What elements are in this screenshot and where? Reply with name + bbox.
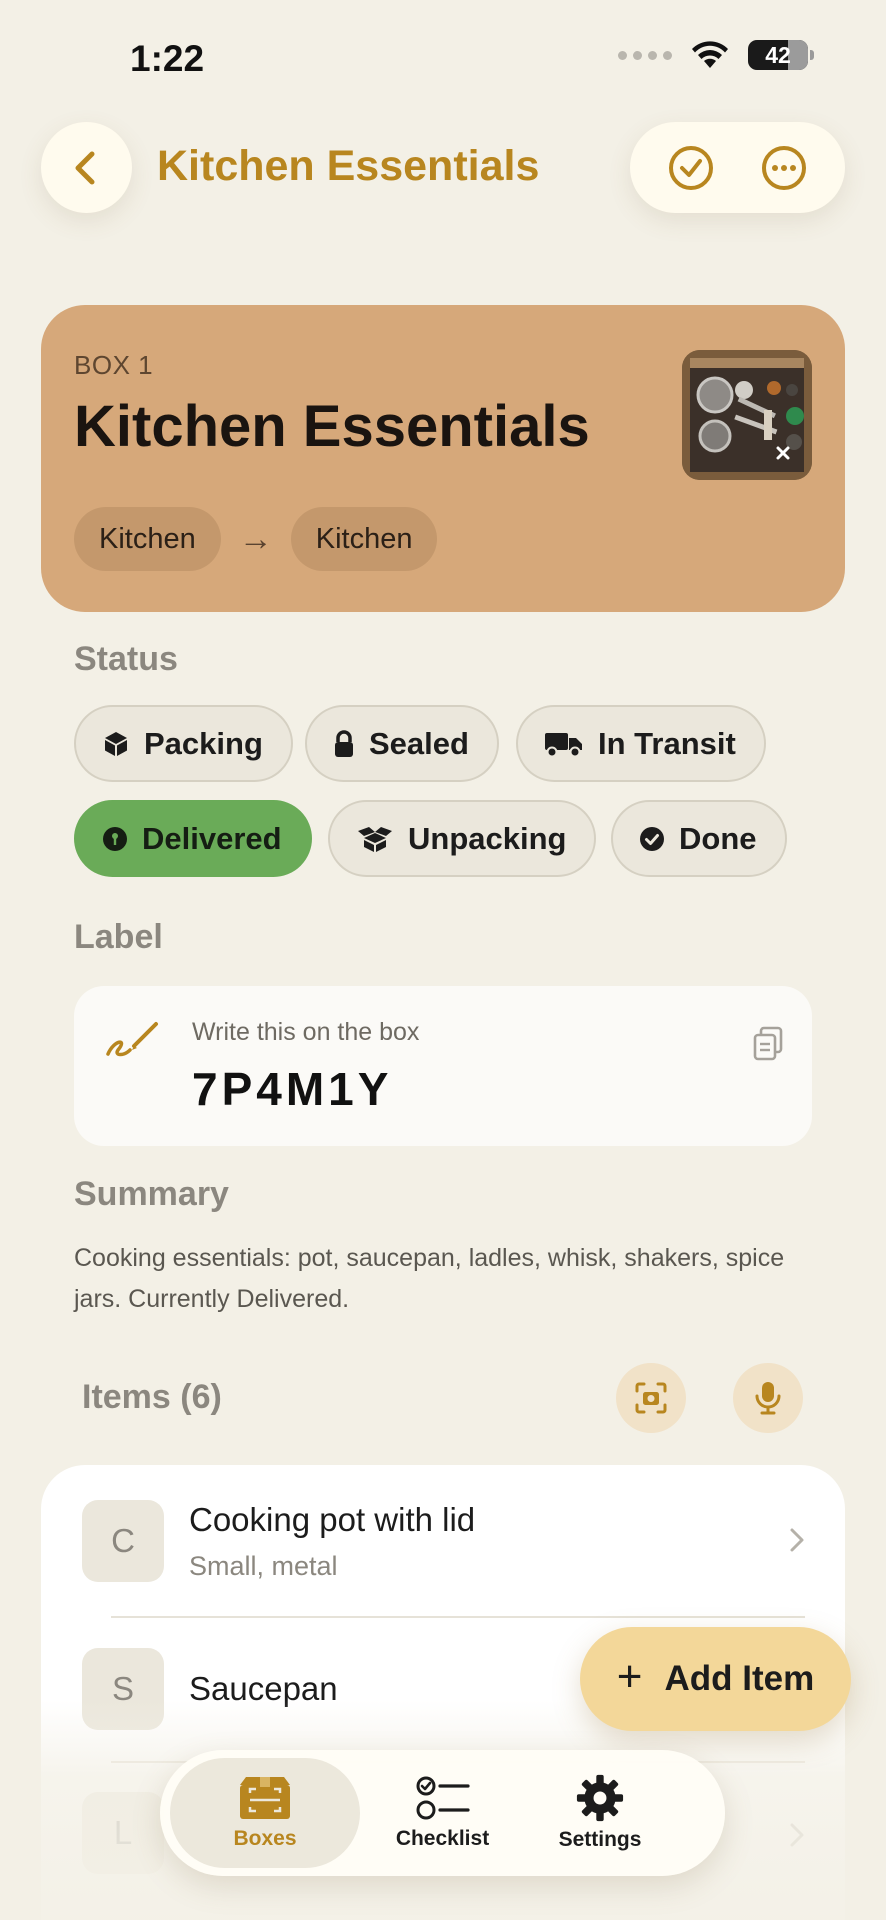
arrow-right-icon: → (238, 519, 273, 558)
tab-bar: Boxes Checklist Settings (160, 1750, 725, 1876)
box-header-card: BOX 1 Kitchen Essentials Kitchen → Kitch… (41, 305, 845, 612)
status-chip-label: Delivered (142, 820, 282, 856)
label-card: Write this on the box 7P4M1Y (74, 986, 812, 1146)
pencil-scribble-icon (106, 1022, 158, 1057)
chevron-left-icon (75, 151, 94, 184)
tab-settings[interactable]: Settings (525, 1758, 675, 1868)
box-title: Kitchen Essentials (74, 394, 590, 459)
status-chip-label: In Transit (598, 725, 736, 761)
checklist-icon (416, 1776, 470, 1820)
copy-code-button[interactable] (752, 1026, 784, 1067)
label-hint: Write this on the box (192, 1018, 420, 1046)
wifi-icon (692, 41, 728, 68)
add-item-button[interactable]: + Add Item (580, 1627, 851, 1731)
status-chip-label: Unpacking (408, 820, 567, 856)
label-code: 7P4M1Y (192, 1063, 393, 1115)
summary-text: Cooking essentials: pot, saucepan, ladle… (74, 1244, 785, 1313)
tab-checklist[interactable]: Checklist (360, 1758, 525, 1868)
status-chip-sealed[interactable]: Sealed (305, 705, 499, 782)
status-section-label: Status (74, 640, 178, 678)
status-chip-label: Sealed (369, 725, 469, 761)
battery-level: 42 (765, 41, 791, 68)
tab-label: Checklist (395, 1827, 490, 1850)
box-number: BOX 1 (74, 350, 154, 380)
back-button[interactable] (41, 122, 132, 213)
cellular-signal-icon (618, 50, 672, 60)
tab-label: Settings (558, 1828, 642, 1851)
status-chip-delivered[interactable]: Delivered (74, 800, 312, 877)
box-icon (105, 731, 127, 756)
box-photo-thumbnail[interactable] (682, 350, 812, 480)
truck-icon (545, 732, 582, 757)
check-circle-icon (640, 826, 664, 851)
status-chip-in-transit[interactable]: In Transit (516, 705, 766, 782)
list-item[interactable]: C Cooking pot with lid Small, metal (41, 1465, 845, 1613)
items-section-label: Items (6) (82, 1378, 222, 1416)
battery-icon: 42 (748, 40, 814, 70)
from-room-chip[interactable]: Kitchen (74, 507, 221, 571)
status-time: 1:22 (130, 38, 205, 79)
microphone-icon (755, 1382, 781, 1415)
box-contents-photo (682, 350, 812, 480)
check-circle-icon (668, 145, 713, 190)
status-icons: 42 (618, 40, 814, 70)
pin-icon (103, 826, 127, 851)
item-initial-avatar: C (82, 1500, 164, 1582)
scan-items-button[interactable] (616, 1363, 686, 1433)
label-section-label: Label (74, 918, 163, 956)
item-name: Cooking pot with lid (189, 1501, 476, 1538)
lock-icon (335, 729, 353, 757)
room-route: Kitchen → Kitchen (74, 507, 438, 571)
gear-icon (576, 1774, 624, 1822)
voice-add-button[interactable] (733, 1363, 803, 1433)
ellipsis-circle-icon (762, 145, 807, 190)
status-chip-label: Done (679, 820, 757, 856)
summary-section-label: Summary (74, 1175, 229, 1213)
to-room-chip[interactable]: Kitchen (290, 507, 438, 571)
plus-icon: + (616, 1652, 643, 1701)
status-chip-packing[interactable]: Packing (74, 705, 293, 782)
tab-label: Boxes (233, 1827, 297, 1850)
item-detail: Small, metal (189, 1551, 338, 1581)
box-tab-icon (240, 1777, 290, 1819)
tab-boxes[interactable]: Boxes (170, 1758, 360, 1868)
add-item-label: Add Item (664, 1659, 815, 1698)
status-chip-done[interactable]: Done (611, 800, 787, 877)
page-title: Kitchen Essentials (157, 142, 540, 190)
more-options-button[interactable] (754, 138, 814, 198)
camera-scan-icon (635, 1382, 667, 1414)
status-chip-label: Packing (144, 725, 263, 761)
header-actions (630, 122, 845, 213)
chevron-right-icon (790, 1528, 804, 1552)
open-box-icon (358, 826, 392, 852)
screen: 1:22 42 Kitchen Essentials BOX 1 Kitchen… (0, 0, 886, 1920)
status-chip-unpacking[interactable]: Unpacking (328, 800, 597, 877)
copy-icon (753, 1026, 783, 1061)
mark-done-button[interactable] (661, 138, 721, 198)
